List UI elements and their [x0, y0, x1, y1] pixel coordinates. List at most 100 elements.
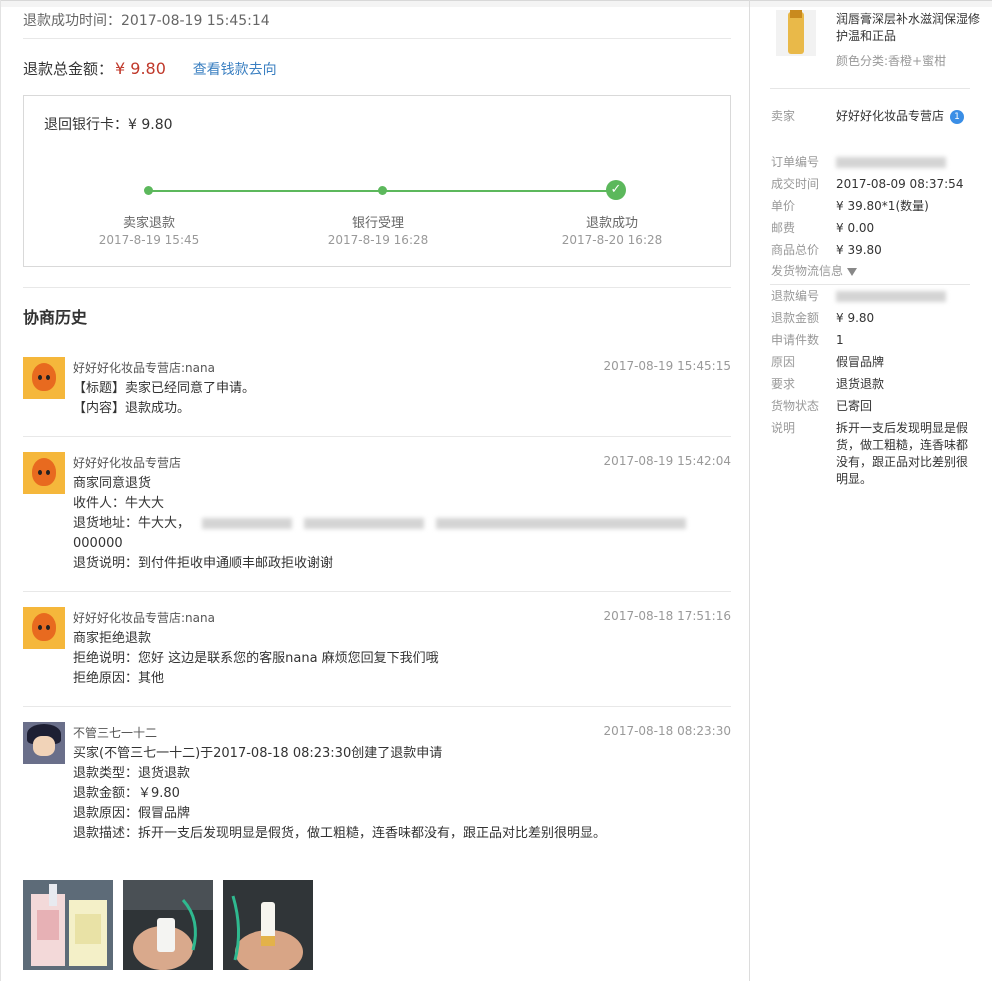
seller-avatar — [23, 607, 65, 649]
bank-card-refund-label: 退回银行卡：¥ 9.80 — [44, 117, 173, 133]
order-summary-sidebar: 润唇膏深层补水滋润保湿修护温和正品 颜色分类:香橙+蜜柑 卖家 好好好化妆品专营… — [750, 0, 992, 981]
triangle-down-icon — [847, 267, 858, 276]
step-date: 2017-8-19 16:28 — [327, 233, 429, 247]
step-label: 卖家退款 — [122, 216, 175, 231]
bank-refund-panel: 退回银行卡：¥ 9.80 ✓ 卖家退款 2017-8-19 15:45 银行受理… — [23, 95, 731, 267]
refund-total-amount: ¥ 9.80 — [115, 59, 166, 78]
entry-author: 好好好化妆品专营店:nana — [73, 611, 215, 625]
view-money-flow-link[interactable]: 查看钱款去向 — [193, 62, 277, 78]
step-date: 2017-8-19 15:45 — [98, 233, 200, 247]
field-value: ¥ 39.80*1(数量) — [836, 199, 929, 213]
field-value: 2017-08-09 08:37:54 — [836, 177, 964, 191]
refund-total-label: 退款总金额： — [23, 60, 114, 78]
progress-dot-bank-accept — [378, 186, 387, 195]
field-value: 假冒品牌 — [836, 355, 885, 369]
evidence-photo-thumbnail[interactable] — [23, 880, 113, 970]
seller-name[interactable]: 好好好化妆品专营店 — [836, 109, 944, 123]
entry-line: 【内容】退款成功。 — [73, 401, 191, 416]
chat-badge-icon[interactable]: 1 — [950, 109, 965, 124]
entry-line: 退货地址：牛大大， — [73, 516, 191, 531]
seller-avatar — [23, 452, 65, 494]
entry-line: 退货说明：到付件拒收申通顺丰邮政拒收谢谢 — [73, 556, 334, 571]
field-key: 订单编号 — [771, 155, 820, 169]
product-color-option: 颜色分类:香橙+蜜柑 — [836, 54, 947, 68]
refund-detail-main: 退款成功时间：2017-08-19 15:45:14 退款总金额： ¥ 9.80 … — [0, 0, 750, 981]
entry-line: 拒绝原因：其他 — [73, 671, 165, 686]
entry-line: 买家(不管三七一十二)于2017-08-18 08:23:30创建了退款申请 — [73, 746, 443, 761]
redacted-text — [436, 518, 687, 529]
history-entry: 不管三七一十二 2017-08-18 08:23:30 买家(不管三七一十二)于… — [23, 722, 731, 852]
evidence-photo-thumbnail[interactable] — [123, 880, 213, 970]
field-value: 好好好化妆品专营店 1 — [836, 108, 971, 125]
divider — [23, 436, 731, 437]
negotiation-history-title: 协商历史 — [23, 308, 88, 327]
field-value — [836, 288, 971, 305]
entry-time: 2017-08-18 17:51:16 — [603, 609, 731, 623]
divider — [23, 38, 731, 39]
field-key: 商品总价 — [771, 243, 820, 257]
field-key: 说明 — [771, 421, 796, 435]
redacted-text — [836, 291, 946, 302]
buyer-avatar — [23, 722, 65, 764]
field-value: 退货退款 — [836, 377, 885, 391]
progress-step-bank-accept: 银行受理 2017-8-19 16:28 — [308, 212, 448, 247]
entry-line: 退款类型：退货退款 — [73, 766, 191, 781]
entry-line: 000000 — [73, 536, 123, 551]
field-value: 拆开一支后发现明显是假货，做工粗糙，连香味都没有，跟正品对比差别很明显。 — [836, 421, 969, 486]
progress-dot-seller-refund — [144, 186, 153, 195]
redacted-text — [202, 518, 293, 529]
redacted-text — [836, 157, 946, 168]
progress-step-seller-refund: 卖家退款 2017-8-19 15:45 — [79, 212, 219, 247]
return-address-line: 退货地址：牛大大， — [73, 514, 687, 534]
redacted-text — [304, 518, 425, 529]
field-value: 已寄回 — [836, 399, 873, 413]
field-key: 申请件数 — [771, 333, 820, 347]
field-value: ¥ 39.80 — [836, 243, 882, 257]
field-key: 货物状态 — [771, 399, 820, 413]
field-key: 邮费 — [771, 221, 796, 235]
field-value — [836, 154, 971, 171]
field-key: 成交时间 — [771, 177, 820, 191]
entry-content: 【标题】卖家已经同意了申请。 【内容】退款成功。 — [73, 379, 255, 419]
logistics-toggle[interactable]: 发货物流信息 — [771, 263, 971, 280]
divider — [770, 88, 970, 89]
entry-line: 退款描述：拆开一支后发现明显是假货，做工粗糙，连香味都没有，跟正品对比差别很明显… — [73, 826, 607, 841]
history-entry: 好好好化妆品专营店 2017-08-19 15:42:04 商家同意退货 收件人… — [23, 452, 731, 582]
check-circle-icon: ✓ — [606, 180, 626, 200]
entry-line: 【标题】卖家已经同意了申请。 — [73, 381, 256, 396]
history-entry: 好好好化妆品专营店:nana 2017-08-18 17:51:16 商家拒绝退… — [23, 607, 731, 697]
field-key: 要求 — [771, 377, 796, 391]
history-entry: 好好好化妆品专营店:nana 2017-08-19 15:45:15 【标题】卖… — [23, 357, 731, 427]
step-label: 退款成功 — [585, 216, 638, 231]
field-key: 卖家 — [771, 109, 796, 123]
field-key: 单价 — [771, 199, 796, 213]
product-title[interactable]: 润唇膏深层补水滋润保湿修护温和正品 — [836, 11, 981, 45]
divider — [770, 284, 970, 285]
refund-total-row: 退款总金额： ¥ 9.80 查看钱款去向 — [23, 58, 277, 79]
field-key: 退款金额 — [771, 311, 820, 325]
entry-author: 好好好化妆品专营店:nana — [73, 361, 215, 375]
divider — [23, 591, 731, 592]
entry-line: 商家同意退货 — [73, 476, 152, 491]
field-key: 退款编号 — [771, 289, 820, 303]
evidence-photo-thumbnail[interactable] — [223, 880, 313, 970]
field-key: 原因 — [771, 355, 796, 369]
entry-content: 商家拒绝退款 拒绝说明：您好 这边是联系您的客服nana 麻烦您回复下我们哦 拒… — [73, 629, 439, 689]
field-value: ¥ 9.80 — [836, 311, 875, 325]
logistics-label: 发货物流信息 — [771, 264, 844, 278]
field-value: 1 — [836, 333, 844, 347]
seller-avatar — [23, 357, 65, 399]
field-value: ¥ 0.00 — [836, 221, 875, 235]
step-label: 银行受理 — [351, 216, 404, 231]
entry-line: 退款金额：￥9.80 — [73, 786, 180, 801]
divider — [23, 706, 731, 707]
entry-author: 不管三七一十二 — [73, 726, 158, 740]
divider — [23, 287, 731, 288]
product-thumbnail[interactable] — [776, 10, 816, 56]
entry-content: 买家(不管三七一十二)于2017-08-18 08:23:30创建了退款申请 退… — [73, 744, 606, 844]
entry-content: 商家同意退货 收件人：牛大大 退货地址：牛大大， 000000 退货说明：到付件… — [73, 474, 687, 574]
progress-step-refund-success: 退款成功 2017-8-20 16:28 — [542, 212, 682, 247]
entry-line: 退款原因：假冒品牌 — [73, 806, 191, 821]
refund-success-time: 退款成功时间：2017-08-19 15:45:14 — [23, 13, 270, 29]
entry-time: 2017-08-18 08:23:30 — [603, 724, 731, 738]
